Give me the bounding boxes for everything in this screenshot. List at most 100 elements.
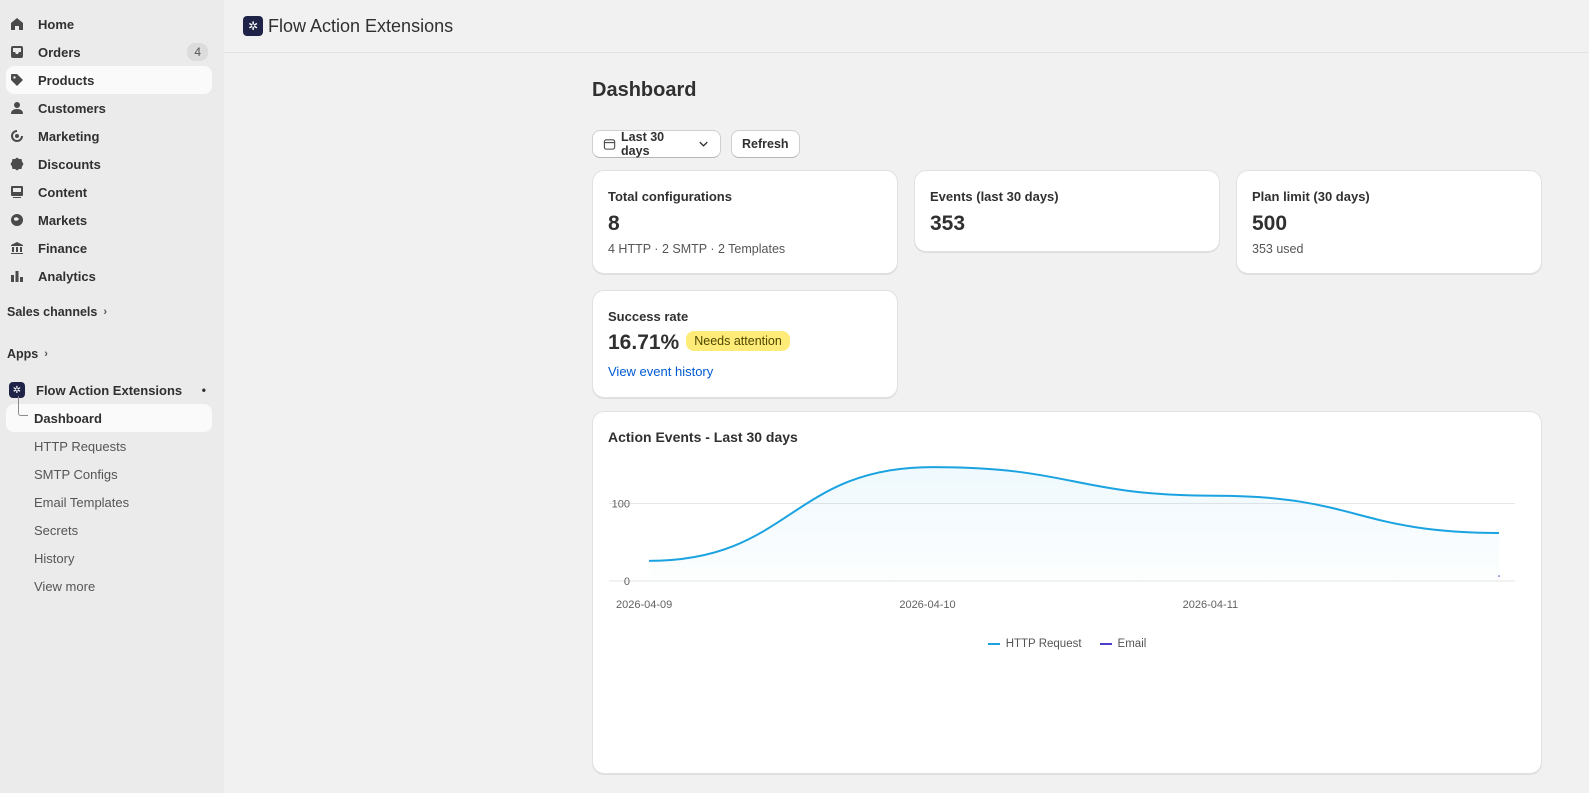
sidebar-subitem-dashboard[interactable]: Dashboard [6, 396, 212, 432]
sidebar-subitem-http-requests[interactable]: HTTP Requests [6, 432, 212, 460]
sidebar-item-marketing[interactable]: Marketing [6, 122, 212, 150]
sidebar-subitem-label: History [34, 550, 75, 566]
app-sub-nav: Dashboard HTTP Requests SMTP Configs Email … [0, 396, 224, 600]
legend-item[interactable]: HTTP Request [987, 638, 1082, 650]
sidebar-item-content[interactable]: Content [6, 178, 212, 206]
discount-icon [10, 157, 24, 171]
sidebar-item-label: Discounts [38, 156, 101, 172]
card-success-rate: Success rate 16.71% Needs attention View … [592, 290, 898, 398]
sidebar-subitem-email-templates[interactable]: Email Templates [6, 488, 212, 516]
events-chart: 0 100 2026-04-09 2026-04-10 2026-04-11 [609, 466, 1515, 611]
sidebar-item-label: Content [38, 184, 88, 200]
sidebar-item-label: Marketing [38, 128, 100, 144]
x-tick-label: 2026-04-11 [1183, 599, 1238, 611]
app-logo-icon: ✲ [243, 16, 263, 36]
sidebar-app-flow-action-extensions[interactable]: ✲ Flow Action Extensions • [6, 376, 212, 404]
sidebar-subitem-smtp-configs[interactable]: SMTP Configs [6, 460, 212, 488]
card-label: Success rate [608, 309, 689, 324]
sidebar-item-label: Orders [38, 44, 81, 60]
card-value: 8 [608, 212, 620, 235]
tree-connector [18, 396, 28, 416]
sidebar-item-label: Home [38, 16, 75, 32]
sidebar-item-finance[interactable]: Finance [6, 234, 212, 262]
legend-label: HTTP Request [1005, 638, 1082, 650]
app-title: Flow Action Extensions [268, 15, 454, 36]
card-label: Total configurations [608, 189, 732, 204]
legend-item[interactable]: Email [1099, 638, 1147, 650]
tag-icon [10, 73, 24, 87]
sidebar-subitem-label: HTTP Requests [34, 438, 127, 454]
app-status-dot: • [201, 383, 206, 397]
chevron-right-icon: › [103, 306, 107, 318]
chevron-right-icon: › [44, 348, 48, 360]
y-tick-label: 100 [612, 499, 630, 511]
person-icon [10, 101, 24, 115]
card-events: Events (last 30 days) 353 [914, 170, 1220, 252]
home-icon [10, 17, 24, 31]
bar-chart-icon [10, 269, 24, 283]
globe-icon [10, 213, 24, 227]
series-line-2 [1498, 575, 1500, 577]
chart-card: Action Events - Last 30 days 0 100 2026-04… [592, 411, 1542, 774]
chevron-down-icon [699, 141, 708, 147]
sidebar-subitem-history[interactable]: History [6, 544, 212, 572]
card-plan-limit: Plan limit (30 days) 500 353 used [1236, 170, 1542, 274]
calendar-icon [603, 139, 616, 150]
app-header: ✲ Flow Action Extensions [224, 0, 1589, 53]
sidebar-subitem-view-more[interactable]: View more [6, 572, 212, 600]
card-value-row: 16.71% Needs attention [608, 331, 790, 355]
x-tick-label: 2026-04-09 [616, 599, 672, 611]
sidebar-item-label: Products [38, 72, 95, 88]
target-icon [10, 129, 24, 143]
refresh-label: Refresh [742, 137, 789, 151]
bank-icon [10, 241, 24, 255]
sidebar-subitem-label: Email Templates [34, 494, 130, 510]
apps-header[interactable]: Apps › [7, 340, 224, 368]
chart-legend: HTTP Request Email [593, 638, 1541, 650]
apps-label: Apps [7, 347, 39, 361]
legend-swatch [1099, 643, 1112, 645]
card-subtext: 4 HTTP · 2 SMTP · 2 Templates [608, 242, 786, 256]
content-icon [10, 185, 24, 199]
card-value: 500 [1252, 212, 1288, 235]
legend-label: Email [1117, 638, 1147, 650]
orders-icon [10, 45, 24, 59]
sidebar: Home Orders 4 Products Customers Marketing Dis… [0, 0, 224, 793]
sidebar-item-home[interactable]: Home [6, 10, 212, 38]
sidebar-item-customers[interactable]: Customers [6, 94, 212, 122]
sidebar-subitem-label: View more [34, 578, 96, 594]
card-total-configurations: Total configurations 8 4 HTTP · 2 SMTP ·… [592, 170, 898, 274]
sidebar-subitem-label: Secrets [34, 522, 79, 538]
sidebar-item-label: Finance [38, 240, 88, 256]
sidebar-item-analytics[interactable]: Analytics [6, 262, 212, 290]
sidebar-item-label: Analytics [38, 268, 96, 284]
sidebar-item-orders[interactable]: Orders 4 [6, 38, 212, 66]
page-title: Dashboard [592, 79, 697, 101]
sidebar-subitem-label: Dashboard [34, 410, 102, 426]
sidebar-item-discounts[interactable]: Discounts [6, 150, 212, 178]
sales-channels-label: Sales channels [7, 305, 98, 319]
sidebar-item-label: Customers [38, 100, 106, 116]
sidebar-nav: Home Orders 4 Products Customers Marketing Dis… [0, 10, 224, 290]
sidebar-subitem-label: SMTP Configs [34, 466, 118, 482]
card-subtext: 353 used [1252, 242, 1304, 256]
y-tick-label: 0 [624, 576, 630, 588]
app-name: Flow Action Extensions [36, 382, 183, 398]
sidebar-item-markets[interactable]: Markets [6, 206, 212, 234]
status-badge: Needs attention [686, 331, 790, 351]
x-tick-label: 2026-04-10 [899, 599, 955, 611]
sidebar-item-products[interactable]: Products [6, 66, 212, 94]
refresh-button[interactable]: Refresh [731, 130, 800, 158]
card-label: Events (last 30 days) [930, 189, 1059, 204]
count-badge: 4 [187, 43, 208, 61]
date-range-button[interactable]: Last 30 days [592, 130, 721, 158]
card-label: Plan limit (30 days) [1252, 189, 1370, 204]
sales-channels-header[interactable]: Sales channels › [7, 298, 224, 326]
date-range-label: Last 30 days [621, 130, 665, 158]
card-value: 353 [930, 212, 966, 235]
card-value: 16.71% [608, 331, 680, 354]
sidebar-subitem-secrets[interactable]: Secrets [6, 516, 212, 544]
view-event-history-link[interactable]: View event history [608, 364, 713, 379]
legend-swatch [987, 643, 1000, 645]
sidebar-item-label: Markets [38, 212, 88, 228]
